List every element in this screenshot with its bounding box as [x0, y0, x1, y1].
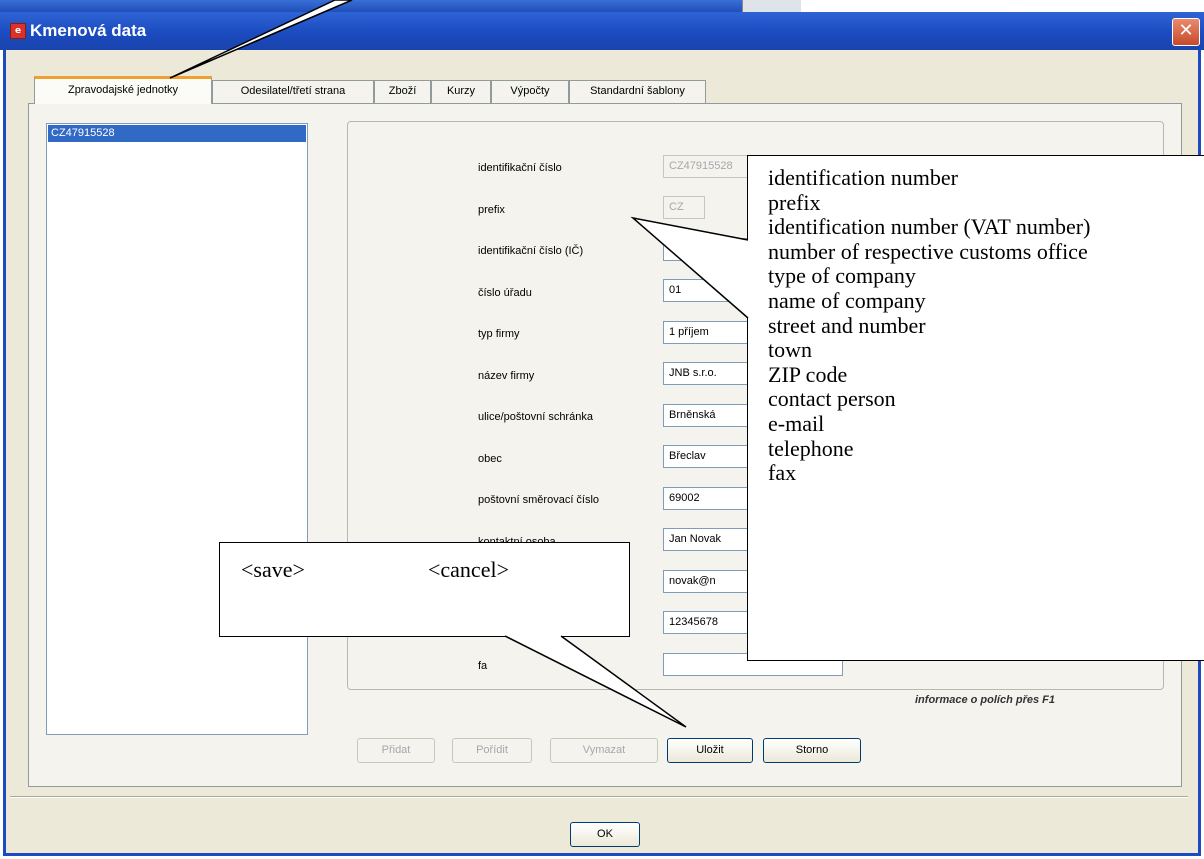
tab-pointer [169, 0, 353, 79]
button-pointer [504, 635, 687, 728]
callout-pointers [169, 0, 749, 728]
